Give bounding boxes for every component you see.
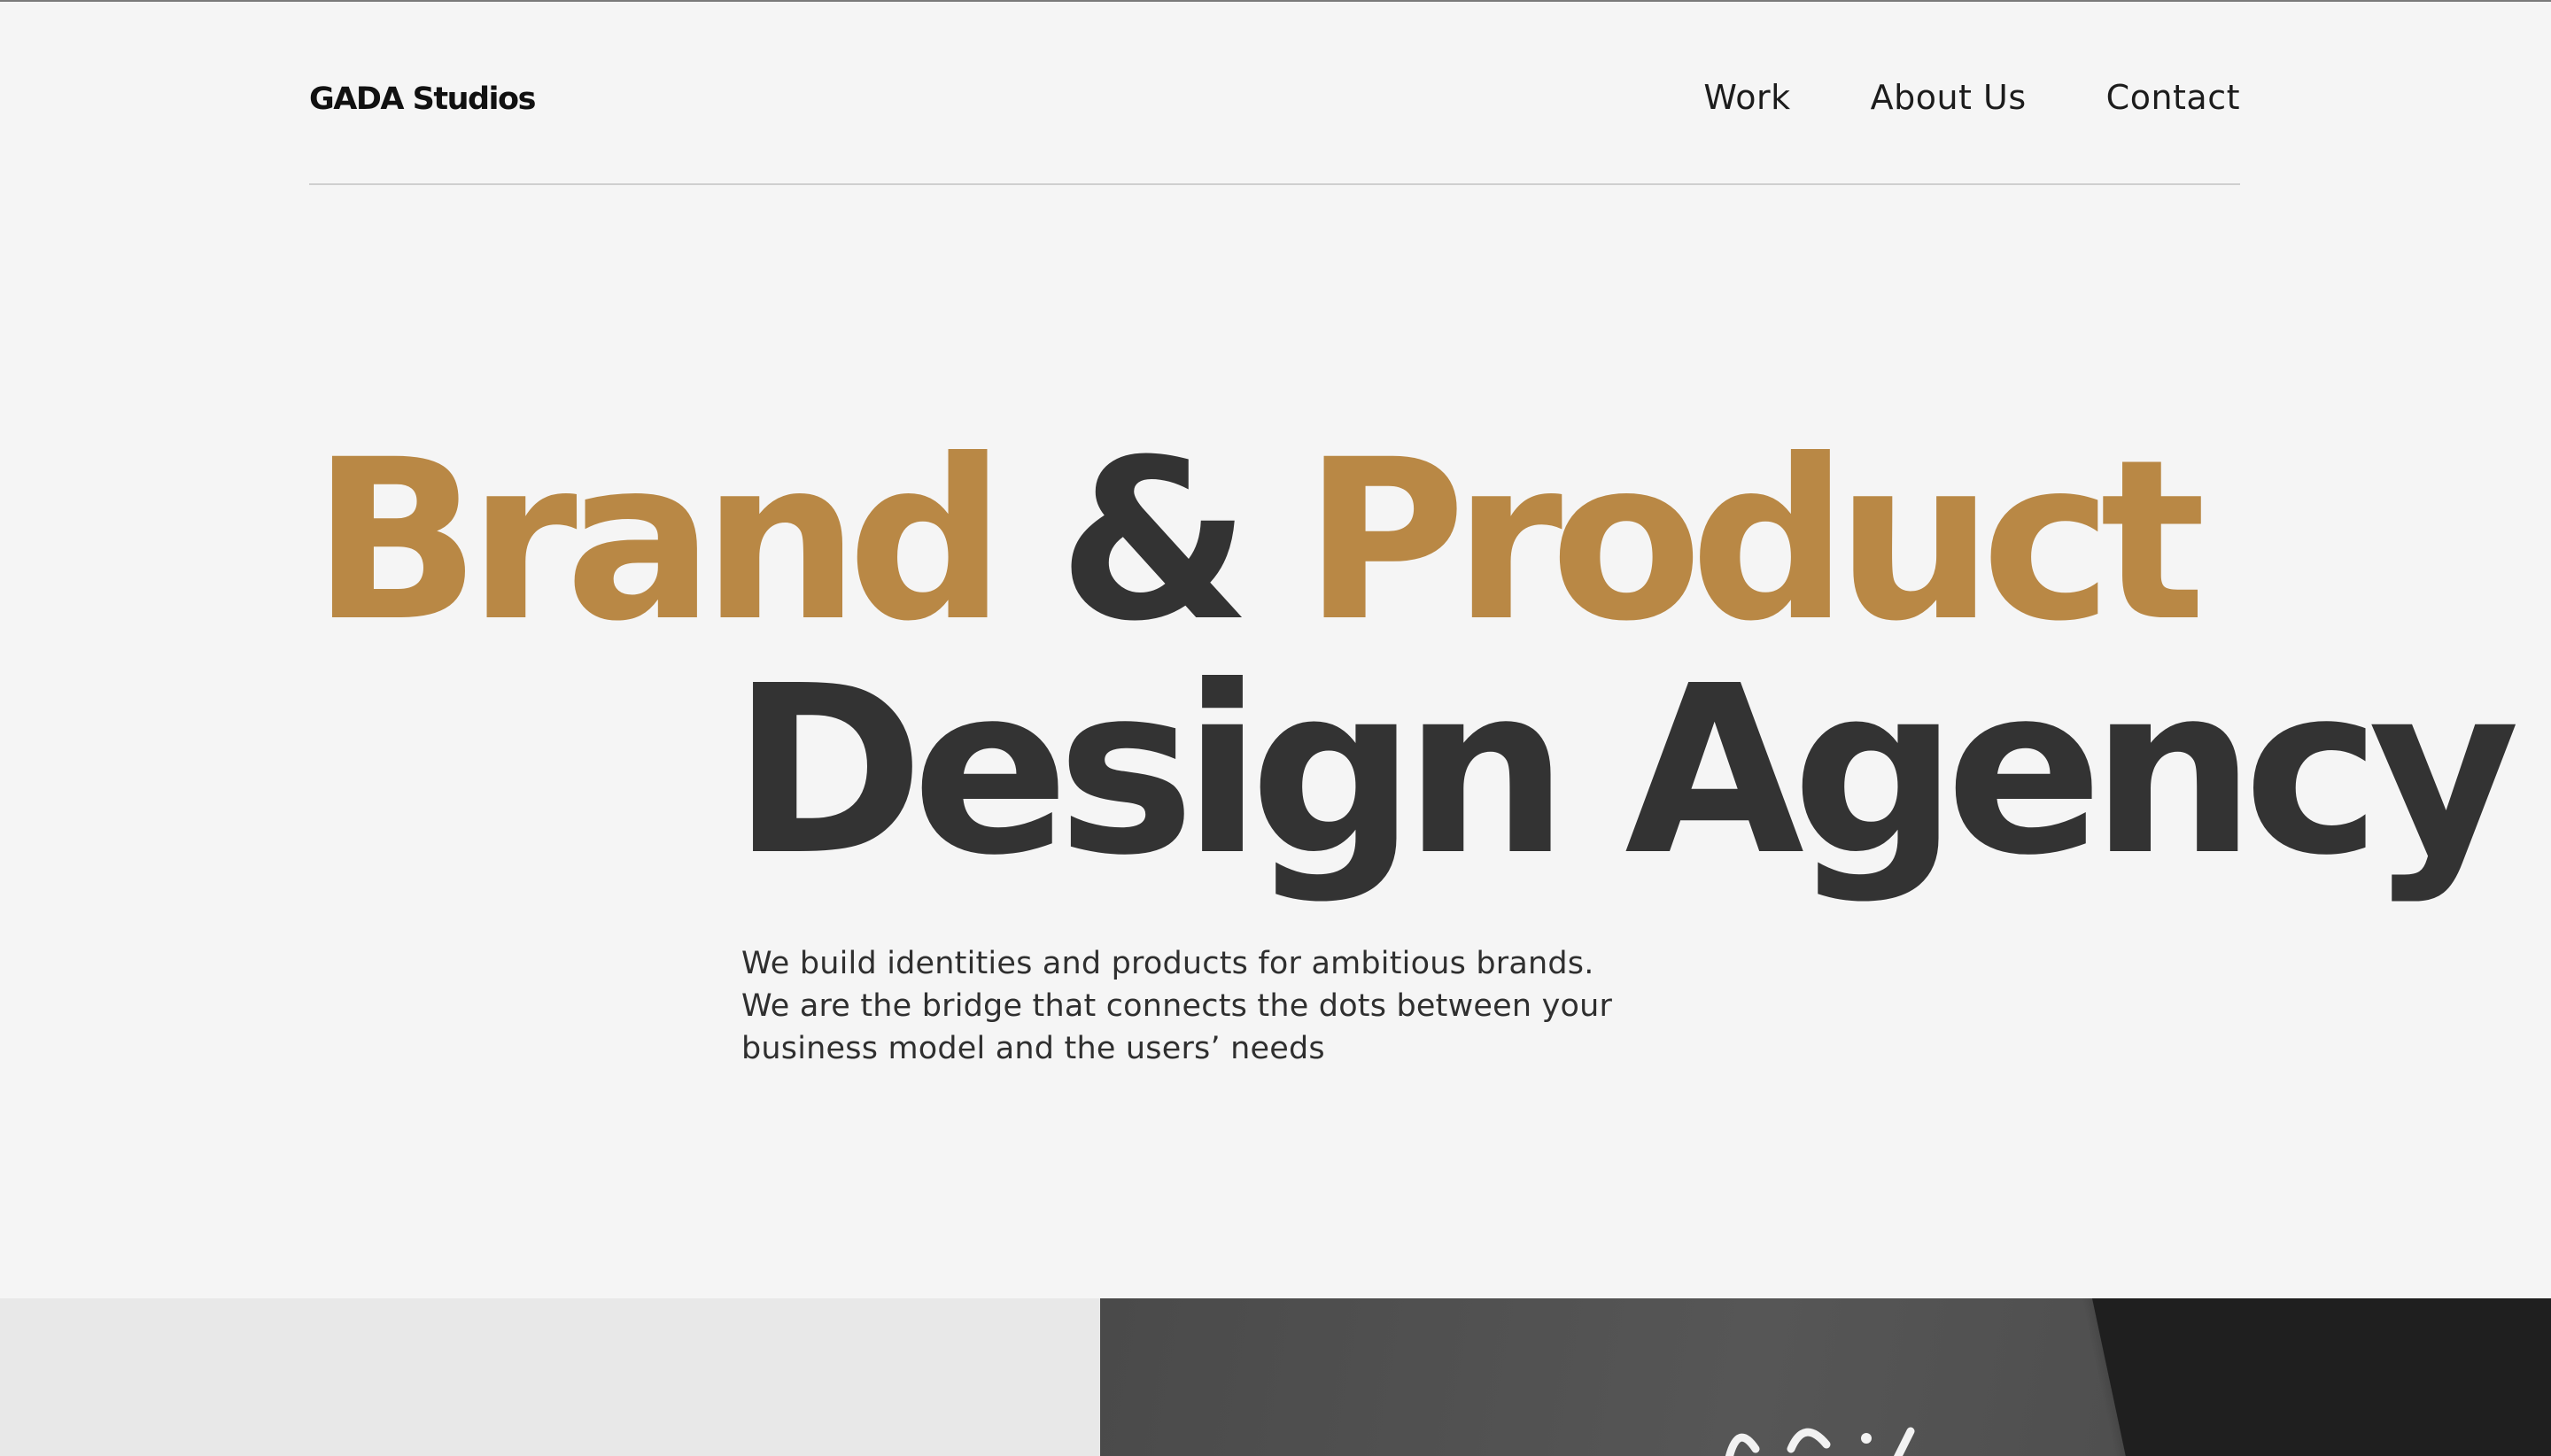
hero-word-product: Product xyxy=(1303,412,2206,670)
hero-headline-line-2: Design Agency xyxy=(732,636,2520,906)
nav-item-about-us[interactable]: About Us xyxy=(1871,78,2027,117)
nav-item-work[interactable]: Work xyxy=(1703,78,1790,117)
top-border xyxy=(0,0,2551,2)
showcase-panel-left xyxy=(0,1298,1100,1456)
showcase-image xyxy=(1100,1298,2551,1456)
main-nav: Work About Us Contact xyxy=(1703,78,2240,117)
site-header: GADA Studios Work About Us Contact xyxy=(309,71,2240,184)
header-divider xyxy=(309,183,2240,185)
embossed-logo-mark xyxy=(1725,1427,1915,1456)
hero-ampersand: & xyxy=(1058,412,1252,670)
brand-logo[interactable]: GADA Studios xyxy=(309,81,536,117)
hero-intro-text: We build identities and products for amb… xyxy=(741,942,1716,1070)
intro-line: business model and the users’ needs xyxy=(741,1031,1325,1066)
intro-line: We build identities and products for amb… xyxy=(741,946,1594,981)
intro-line: We are the bridge that connects the dots… xyxy=(741,988,1613,1024)
nav-item-contact[interactable]: Contact xyxy=(2106,78,2240,117)
image-shadow xyxy=(2092,1298,2551,1456)
hero-word-brand: Brand xyxy=(312,412,1005,670)
hero-headline-line-1: Brand & Product xyxy=(312,430,2206,652)
